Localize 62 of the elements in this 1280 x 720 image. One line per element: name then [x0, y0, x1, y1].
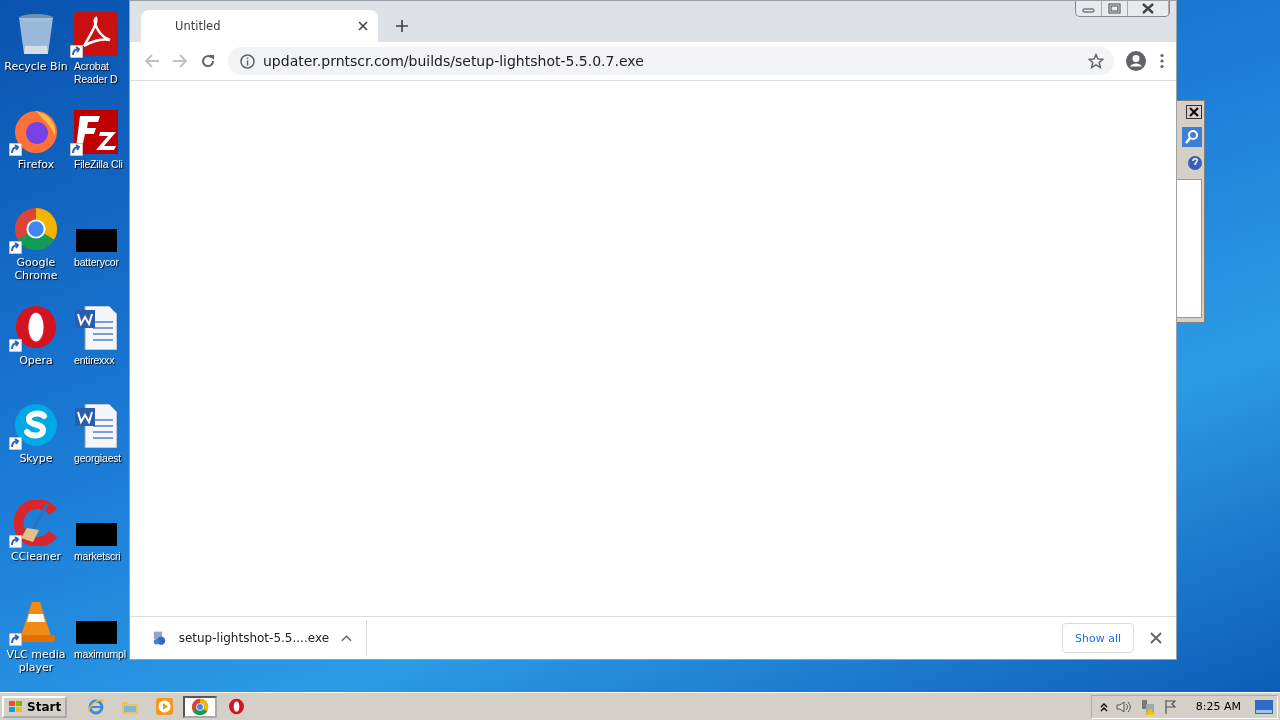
- windows-logo-icon: [8, 699, 24, 714]
- shortcut-arrow-icon: [9, 241, 22, 254]
- shortcut-arrow-icon: [9, 437, 22, 450]
- chevron-up-icon[interactable]: [1099, 701, 1108, 712]
- desktop-icon-label[interactable]: Acrobat Reader D: [74, 60, 129, 86]
- star-icon[interactable]: [1088, 53, 1104, 69]
- chrome-icon: [13, 206, 59, 252]
- installer-file-icon: [152, 630, 167, 646]
- new-tab-icon[interactable]: [396, 20, 408, 32]
- desktop-icon-label[interactable]: Recycle Bin: [1, 60, 71, 73]
- pdf-icon: [74, 12, 118, 56]
- network-warning-icon[interactable]: [1139, 698, 1156, 715]
- desktop-icon-label[interactable]: georgiaest: [74, 452, 122, 465]
- close-icon[interactable]: [1150, 632, 1162, 644]
- shortcut-arrow-icon: [70, 45, 83, 58]
- shortcut-arrow-icon: [9, 535, 22, 548]
- start-button[interactable]: Start: [2, 695, 68, 718]
- recycle-bin-icon: [16, 12, 56, 56]
- desktop-icon-label[interactable]: CCleaner: [1, 550, 71, 563]
- reload-icon[interactable]: [200, 53, 216, 69]
- address-bar[interactable]: updater.prntscr.com/builds/setup-lightshot-5.5.0.7.exe: [228, 47, 1114, 75]
- show-desktop-icon[interactable]: [1255, 699, 1273, 714]
- desktop-icon-label[interactable]: maximumpl: [74, 648, 126, 661]
- shortcut-arrow-icon: [9, 339, 22, 352]
- document-icon: [75, 404, 117, 448]
- info-icon[interactable]: [240, 53, 255, 69]
- firefox-icon: [13, 108, 59, 154]
- chrome-icon[interactable]: [191, 697, 210, 716]
- skype-icon: [13, 402, 59, 448]
- search-icon[interactable]: [1182, 127, 1202, 147]
- thumbnail-icon: [75, 621, 117, 644]
- desktop-icon-label[interactable]: VLC media player: [1, 648, 71, 674]
- thumbnail-icon: [75, 229, 117, 252]
- desktop-icon-label[interactable]: Firefox: [1, 158, 71, 171]
- desktop-icon-label[interactable]: Google Chrome: [1, 256, 71, 282]
- desktop-icon-label[interactable]: marketscri: [74, 550, 121, 563]
- menu-icon[interactable]: [1158, 53, 1166, 69]
- shortcut-arrow-icon: [9, 143, 22, 156]
- browser-tab[interactable]: Untitled: [141, 10, 378, 42]
- help-icon[interactable]: [1188, 155, 1202, 171]
- document-icon: [75, 306, 117, 350]
- download-item[interactable]: setup-lightshot-5.5....exe: [130, 620, 367, 656]
- desktop-icon-label[interactable]: Skype: [1, 452, 71, 465]
- show-all-button[interactable]: Show all: [1061, 623, 1134, 653]
- clock[interactable]: 8:25 AM: [1195, 700, 1241, 713]
- speaker-icon[interactable]: [1115, 699, 1132, 714]
- desktop-icon-label[interactable]: entirexxx: [74, 354, 115, 367]
- thumbnail-icon: [75, 523, 117, 546]
- shortcut-arrow-icon: [9, 633, 22, 646]
- caret-icon[interactable]: [341, 634, 352, 642]
- desktop-icon-label[interactable]: batterycor: [74, 256, 119, 269]
- profile-icon[interactable]: [1126, 51, 1146, 71]
- desktop-icon-label[interactable]: Opera: [1, 354, 71, 367]
- filezilla-icon: [74, 110, 118, 154]
- ccleaner-icon: [13, 500, 59, 546]
- close-icon[interactable]: [358, 21, 368, 31]
- opera-icon: [13, 304, 59, 350]
- opera-icon[interactable]: [227, 698, 245, 715]
- flag-icon[interactable]: [1163, 698, 1178, 715]
- close-icon[interactable]: [1186, 105, 1202, 119]
- shortcut-arrow-icon: [70, 143, 83, 156]
- desktop-icon-label[interactable]: FileZilla Cli: [74, 158, 123, 171]
